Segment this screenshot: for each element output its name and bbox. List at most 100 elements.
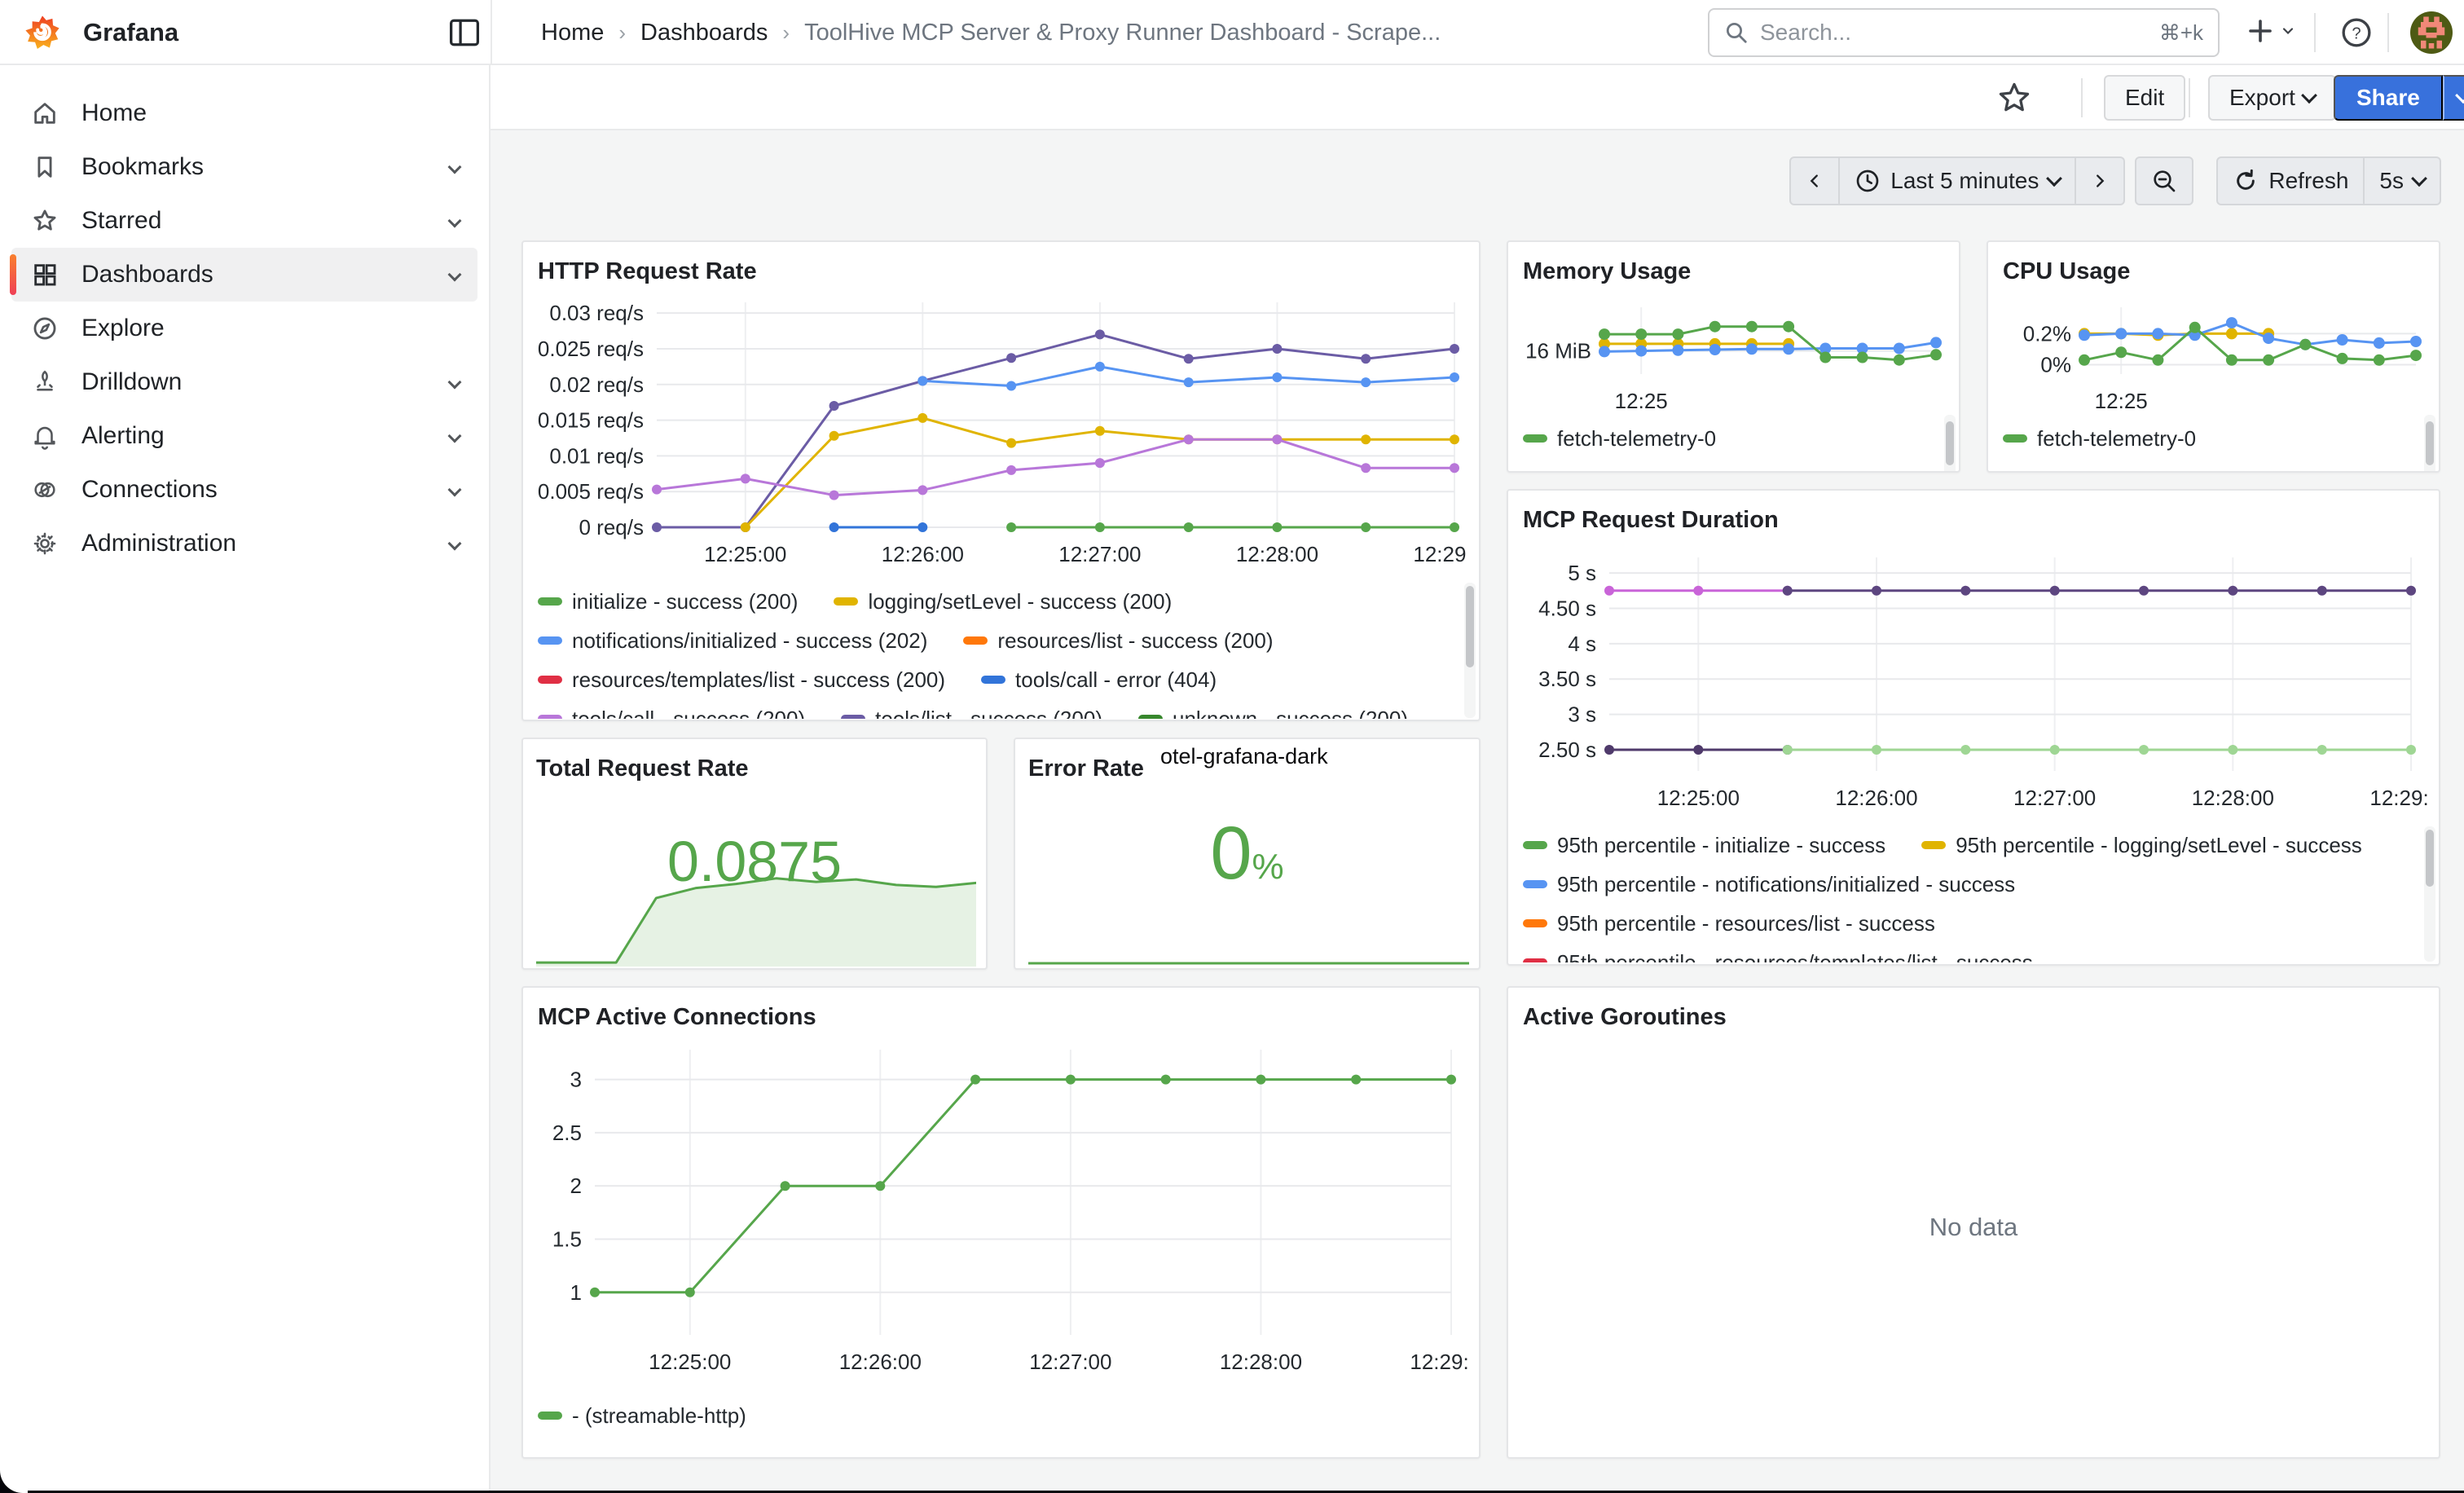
legend-item[interactable]: 95th percentile - initialize - success: [1523, 833, 1885, 858]
panel-title[interactable]: Active Goroutines: [1523, 1001, 2424, 1033]
sidebar-item-label: Home: [81, 99, 147, 127]
toolbar-separator: [2081, 78, 2083, 117]
legend-item[interactable]: 95th percentile - resources/list - succe…: [1523, 911, 1935, 936]
breadcrumb-dashboards[interactable]: Dashboards: [640, 20, 768, 46]
svg-text:0.005 req/s: 0.005 req/s: [538, 479, 644, 504]
panel-title[interactable]: Error Rate: [1028, 752, 1144, 785]
export-button[interactable]: Export: [2208, 75, 2336, 121]
chart-http-request-rate[interactable]: 12:25:0012:26:0012:27:0012:28:0012:29:00…: [538, 288, 1467, 575]
legend-item[interactable]: unknown - success (200): [1138, 707, 1408, 720]
breadcrumb-separator: ›: [782, 20, 790, 46]
share-menu-button[interactable]: [2443, 75, 2464, 121]
legend-item[interactable]: - (streamable-http): [538, 1403, 746, 1429]
add-new-button[interactable]: [2246, 16, 2296, 46]
svg-text:0.015 req/s: 0.015 req/s: [538, 408, 644, 433]
chart-mcp-request-duration[interactable]: 12:25:0012:26:0012:27:0012:28:0012:29:00…: [1523, 536, 2427, 818]
svg-text:12:27:00: 12:27:00: [2013, 786, 2096, 810]
refresh-interval-picker[interactable]: 5s: [2365, 156, 2441, 205]
legend-scrollbar[interactable]: [2424, 826, 2435, 962]
legend-scrollbar[interactable]: [1944, 415, 1956, 473]
sidebar-item-alerting[interactable]: Alerting: [11, 409, 477, 463]
svg-text:5 s: 5 s: [1568, 561, 1596, 585]
panel-title[interactable]: MCP Request Duration: [1523, 504, 2424, 536]
sidebar-item-starred[interactable]: Starred: [11, 194, 477, 248]
legend-scrollbar[interactable]: [2424, 415, 2435, 473]
panel-title[interactable]: CPU Usage: [2003, 255, 2424, 288]
svg-text:12:29:00: 12:29:00: [1413, 542, 1467, 566]
legend-http-request-rate: initialize - success (200) logging/setLev…: [538, 582, 1464, 719]
stat-value: 0%: [1015, 811, 1479, 896]
sidebar-item-label: Starred: [81, 207, 161, 235]
sidebar-item-dashboards[interactable]: Dashboards: [11, 248, 477, 302]
panel-title[interactable]: Total Request Rate: [536, 752, 973, 785]
sidebar-toggle-icon[interactable]: [448, 18, 481, 47]
chart-cpu-usage[interactable]: 12:250.2%0%: [2003, 288, 2427, 412]
edit-button[interactable]: Edit: [2104, 75, 2185, 121]
sidebar-item-home[interactable]: Home: [11, 86, 477, 140]
legend-item[interactable]: resources/list - success (200): [963, 628, 1273, 654]
legend-item[interactable]: initialize - success (200): [538, 589, 798, 614]
legend-label: resources/list - success (200): [997, 628, 1273, 654]
chevron-down-icon[interactable]: [448, 268, 462, 282]
compass-icon: [31, 315, 59, 342]
legend-item[interactable]: logging/setLevel - success (200): [834, 589, 1172, 614]
chevron-down-icon[interactable]: [448, 161, 462, 174]
svg-text:0.03 req/s: 0.03 req/s: [549, 301, 644, 325]
time-shift-back-button[interactable]: [1789, 156, 1840, 205]
legend-item[interactable]: tools/list - success (200): [841, 707, 1102, 720]
time-range-picker[interactable]: Last 5 minutes: [1840, 156, 2076, 205]
chart-memory-usage[interactable]: 12:2516 MiB: [1523, 288, 1947, 412]
svg-text:12:25:00: 12:25:00: [704, 542, 786, 566]
sidebar-item-bookmarks[interactable]: Bookmarks: [11, 140, 477, 194]
breadcrumb-home[interactable]: Home: [541, 20, 604, 46]
chevron-down-icon[interactable]: [448, 483, 462, 497]
legend-scrollbar[interactable]: [1464, 583, 1476, 718]
chevron-down-icon[interactable]: [448, 214, 462, 228]
legend-item[interactable]: fetch-telemetry-0: [1523, 426, 1716, 451]
svg-text:12:28:00: 12:28:00: [2192, 786, 2274, 810]
chevron-down-icon[interactable]: [448, 537, 462, 551]
help-button[interactable]: ?: [2340, 16, 2373, 49]
legend-item[interactable]: 95th percentile - logging/setLevel - suc…: [1921, 833, 2362, 858]
legend-item[interactable]: notifications/initialized - success (202…: [538, 628, 927, 654]
time-shift-forward-button[interactable]: [2076, 156, 2125, 205]
sidebar-item-drilldown[interactable]: Drilldown: [11, 355, 477, 409]
search-input[interactable]: [1760, 20, 2148, 46]
dashboard-toolbar: Edit Export Share: [491, 65, 2464, 130]
chevron-down-icon: [2046, 170, 2062, 187]
sidebar-item-administration[interactable]: Administration: [11, 517, 477, 570]
svg-text:0 req/s: 0 req/s: [579, 515, 645, 540]
grafana-logo-icon[interactable]: [24, 15, 60, 51]
refresh-label: Refresh: [2268, 168, 2348, 194]
refresh-button[interactable]: Refresh: [2216, 156, 2365, 205]
legend-item[interactable]: fetch-telemetry-0: [2003, 426, 2196, 451]
plus-icon: [2246, 16, 2275, 46]
legend-item[interactable]: resources/templates/list - success (200): [538, 667, 945, 693]
chart-mcp-active-connections[interactable]: 12:25:0012:26:0012:27:0012:28:0012:29:00…: [538, 1033, 1467, 1389]
svg-text:3.50 s: 3.50 s: [1538, 667, 1596, 691]
svg-text:12:26:00: 12:26:00: [882, 542, 964, 566]
sidebar-item-explore[interactable]: Explore: [11, 302, 477, 355]
sidebar-item-label: Bookmarks: [81, 153, 204, 181]
legend-swatch: [538, 597, 562, 606]
chevron-down-icon[interactable]: [448, 429, 462, 443]
panel-title[interactable]: Memory Usage: [1523, 255, 1944, 288]
legend-item[interactable]: 95th percentile - resources/templates/li…: [1523, 950, 2033, 963]
chart-error-rate[interactable]: [1028, 958, 1469, 967]
panel-title[interactable]: HTTP Request Rate: [538, 255, 1464, 288]
legend-item[interactable]: 95th percentile - notifications/initiali…: [1523, 872, 2015, 897]
search-box[interactable]: ⌘+k: [1708, 8, 2220, 57]
drilldown-icon: [31, 368, 59, 396]
chevron-down-icon[interactable]: [448, 376, 462, 390]
sidebar-item-connections[interactable]: Connections: [11, 463, 477, 517]
star-icon[interactable]: [1996, 80, 2032, 116]
svg-text:12:29:00: 12:29:00: [2369, 786, 2427, 810]
user-avatar[interactable]: [2410, 11, 2453, 54]
share-button[interactable]: Share: [2334, 75, 2443, 121]
legend-item[interactable]: tools/call - success (200): [538, 707, 805, 720]
overlay-text: otel-grafana-dark: [1160, 744, 1328, 769]
legend-item[interactable]: tools/call - error (404): [981, 667, 1217, 693]
zoom-out-button[interactable]: [2135, 156, 2193, 205]
legend-swatch: [963, 636, 988, 645]
panel-title[interactable]: MCP Active Connections: [538, 1001, 1464, 1033]
